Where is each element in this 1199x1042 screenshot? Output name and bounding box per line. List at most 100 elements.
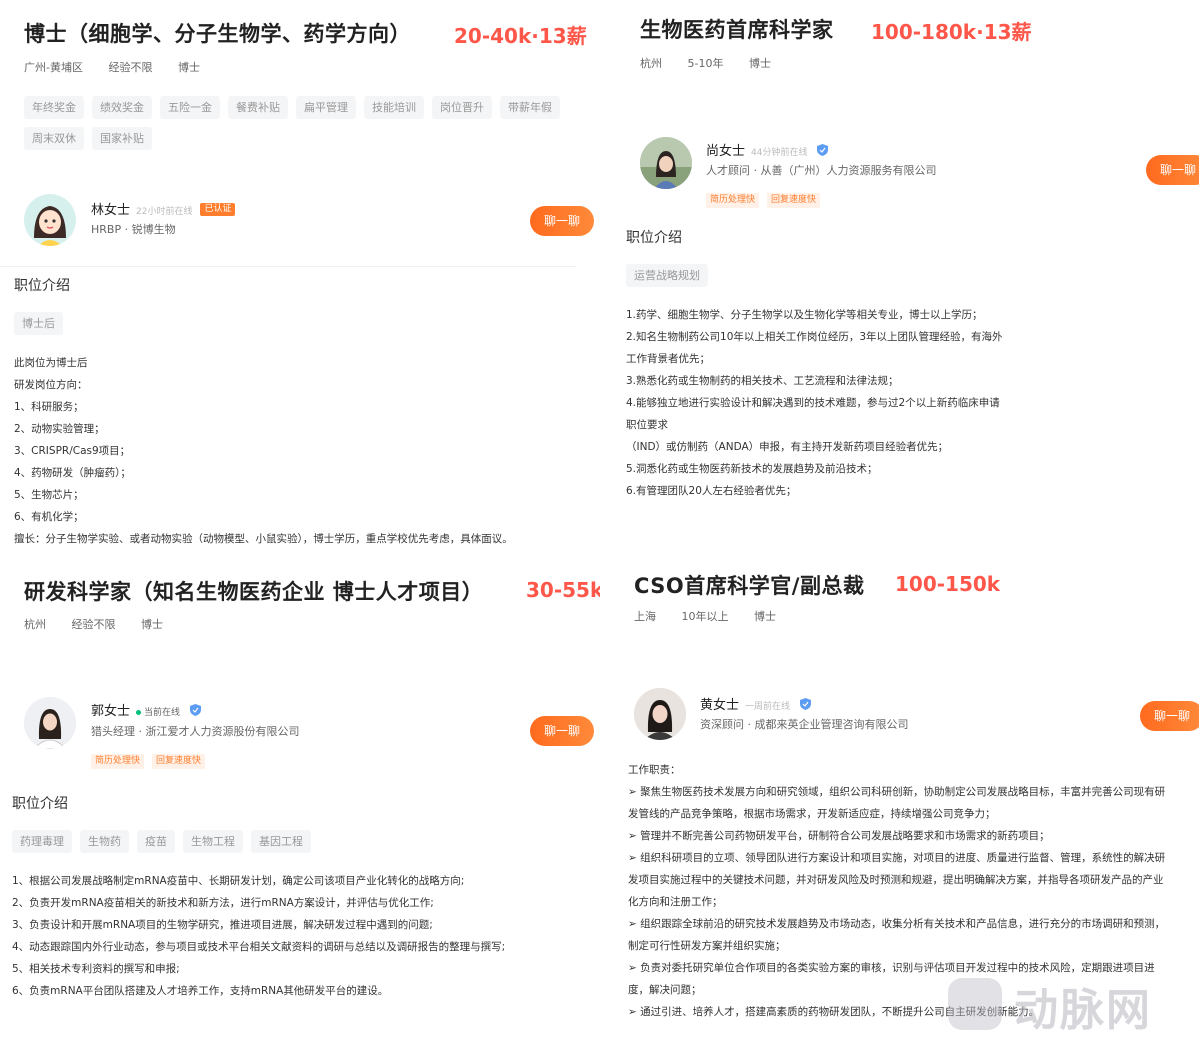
desc-line: ➢ 管理并不断完善公司药物研发平台，研制符合公司发展战略要求和市场需求的新药项目… (628, 830, 1050, 842)
desc-line: ➢ 聚焦生物医药技术发展方向和研究领域，组织公司科研创新，协助制定公司发展战略目… (628, 786, 1166, 798)
desc-line: 工作职责： (628, 764, 681, 776)
desc-line: ➢ 组织跟踪全球前沿的研究技术发展趋势及市场动态，收集分析有关技术和产品信息，进… (628, 918, 1166, 930)
desc-line: 3.熟悉化药或生物制药的相关技术、工艺流程和法律法规； (626, 375, 899, 387)
desc-line: 发管线的产品竞争策略，根据市场需求，开发新适应症，持续增强公司竞争力； (628, 808, 996, 820)
benefit-tag: 带薪年假 (500, 96, 560, 119)
section-title: 职位介绍 (14, 278, 70, 294)
resume-fast-badge: 简历处理快 (91, 754, 145, 769)
job-degree: 博士 (754, 610, 776, 623)
desc-line: 2、动物实验管理； (14, 423, 105, 435)
skill-tags: 运营战略规划 (626, 264, 708, 287)
job-card-rd-scientist: 研发科学家（知名生物医药企业 博士人才项目） 30-55k 杭州 经验不限 博士… (0, 560, 600, 1042)
hr-info: 黄女士 一周前在线 (700, 694, 812, 714)
desc-line: 2.知名生物制药公司10年以上相关工作岗位经历，3年以上团队管理经验，有海外 (626, 331, 1003, 343)
avatar (640, 137, 692, 189)
desc-line: 制定可行性研发方案并组织实施； (628, 940, 786, 952)
hr-name: 黄女士 (700, 698, 740, 713)
job-salary: 100-150k (895, 572, 1001, 596)
desc-line: 此岗位为博士后 (14, 357, 88, 369)
hr-title: 资深顾问 · 成都来英企业管理咨询有限公司 (700, 718, 909, 731)
chat-button[interactable]: 聊一聊 (1146, 155, 1199, 185)
desc-line: 3、CRISPR/Cas9项目； (14, 445, 131, 457)
benefit-tag: 技能培训 (364, 96, 424, 119)
hr-name: 郭女士 (91, 704, 131, 719)
chat-button[interactable]: 聊一聊 (1140, 701, 1199, 731)
desc-line: 1、根据公司发展战略制定mRNA疫苗中、长期研发计划，确定公司该项目产业化转化的… (12, 875, 465, 887)
hr-online-status: 当前在线 (136, 708, 180, 718)
avatar (634, 688, 686, 740)
desc-line: 5.洞悉化药或生物医药新技术的发展趋势及前沿技术； (626, 463, 878, 475)
job-card-postdoc: 博士（细胞学、分子生物学、药学方向） 20-40k·13薪 广州-黄埔区 经验不… (0, 0, 600, 560)
hr-name: 林女士 (91, 203, 131, 218)
verified-shield-icon (800, 695, 812, 714)
job-salary: 20-40k·13薪 (454, 24, 587, 48)
skill-tag: 生物药 (80, 830, 129, 853)
benefit-tag: 扁平管理 (296, 96, 356, 119)
avatar-illustration-icon (24, 194, 76, 246)
job-description: 此岗位为博士后 研发岗位方向： 1、科研服务； 2、动物实验管理； 3、CRIS… (14, 352, 513, 550)
job-experience: 经验不限 (71, 618, 116, 631)
section-title: 职位介绍 (12, 796, 68, 812)
hr-info: 郭女士 当前在线 (91, 700, 202, 720)
benefit-tag: 周末双休 (24, 127, 84, 150)
benefit-tag: 岗位晋升 (432, 96, 492, 119)
benefit-tag: 绩效奖金 (92, 96, 152, 119)
job-salary: 30-55k (526, 578, 600, 602)
desc-line: 6、负责mRNA平台团队搭建及人才培养工作，支持mRNA其他研发平台的建设。 (12, 985, 389, 997)
hr-title: 人才顾问 · 从善（广州）人力资源服务有限公司 (706, 164, 937, 177)
watermark-logo-icon (948, 978, 1002, 1030)
job-degree: 博士 (141, 618, 163, 631)
avatar-photo-icon (24, 697, 76, 749)
job-description: 1、根据公司发展战略制定mRNA疫苗中、长期研发计划，确定公司该项目产业化转化的… (12, 870, 505, 1002)
desc-line: 1.药学、细胞生物学、分子生物学以及生物化学等相关专业，博士以上学历； (626, 309, 983, 321)
job-title: 博士（细胞学、分子生物学、药学方向） (24, 22, 411, 46)
desc-line: （IND）或仿制药（ANDA）申报，有主持开发新药项目经验者优先； (626, 441, 949, 453)
benefit-tag: 年终奖金 (24, 96, 84, 119)
job-location: 杭州 (640, 57, 662, 70)
desc-line: 5、相关技术专利资料的撰写和申报; (12, 963, 180, 975)
verified-badge: 已认证 (200, 203, 236, 216)
benefit-tag: 餐费补贴 (228, 96, 288, 119)
job-degree: 博士 (177, 61, 200, 74)
desc-line: 2、负责开发mRNA疫苗相关的新技术和新方法，进行mRNA方案设计，并评估与优化… (12, 897, 434, 909)
hr-title: HRBP · 锐博生物 (91, 223, 176, 236)
skill-tag: 基因工程 (251, 830, 311, 853)
desc-line: 6.有管理团队20人左右经验者优先； (626, 485, 797, 497)
avatar (24, 194, 76, 246)
verified-shield-icon (817, 141, 829, 160)
job-title: 生物医药首席科学家 (640, 18, 834, 42)
skill-tags: 博士后 (14, 312, 63, 335)
desc-line: 4、药物研发（肿瘤药）； (14, 467, 131, 479)
desc-line: 1、科研服务； (14, 401, 84, 413)
skill-tag: 疫苗 (137, 830, 175, 853)
job-experience: 5-10年 (687, 57, 724, 70)
desc-line: 研发岗位方向： (14, 379, 88, 391)
hr-title: 猎头经理 · 浙江爱才人力资源股份有限公司 (91, 725, 300, 738)
divider (0, 266, 576, 267)
desc-line: 发项目实施过程中的关键技术问题，并对研发风险及时预测和规避，提出明确解决方案，并… (628, 874, 1164, 886)
desc-line: 擅长：分子生物学实验、或者动物实验（动物模型、小鼠实验），博士学历，重点学校优先… (14, 533, 513, 545)
avatar-photo-icon (640, 137, 692, 189)
desc-line: 化方向和注册工作； (628, 896, 723, 908)
desc-line: 6、有机化学； (14, 511, 84, 523)
job-meta: 广州-黄埔区 经验不限 博士 (24, 59, 222, 75)
benefit-tag: 五险一金 (160, 96, 220, 119)
hr-info: 林女士 22小时前在线 已认证 (91, 199, 236, 218)
job-meta: 上海 10年以上 博士 (634, 608, 798, 624)
job-location: 广州-黄埔区 (24, 61, 83, 74)
benefit-tag: 国家补贴 (92, 127, 152, 150)
job-meta: 杭州 经验不限 博士 (24, 616, 185, 632)
chat-button[interactable]: 聊一聊 (530, 206, 594, 236)
desc-line: 4.能够独立地进行实验设计和解决遇到的技术难题，参与过2个以上新药临床申请 (626, 397, 1000, 409)
skill-tag: 博士后 (14, 312, 63, 335)
job-experience: 10年以上 (681, 610, 729, 623)
hr-online-status: 一周前在线 (745, 702, 791, 712)
skill-tag: 生物工程 (183, 830, 243, 853)
skill-tag: 运营战略规划 (626, 264, 708, 287)
hr-online-status: 44分钟前在线 (751, 148, 808, 158)
watermark-text: 动脉网 (1014, 985, 1152, 1036)
job-card-chief-scientist: 生物医药首席科学家 100-180k·13薪 杭州 5-10年 博士 尚女士 44… (600, 0, 1199, 560)
chat-button[interactable]: 聊一聊 (530, 716, 594, 746)
desc-line: 职位要求 (626, 419, 668, 431)
job-location: 杭州 (24, 618, 46, 631)
